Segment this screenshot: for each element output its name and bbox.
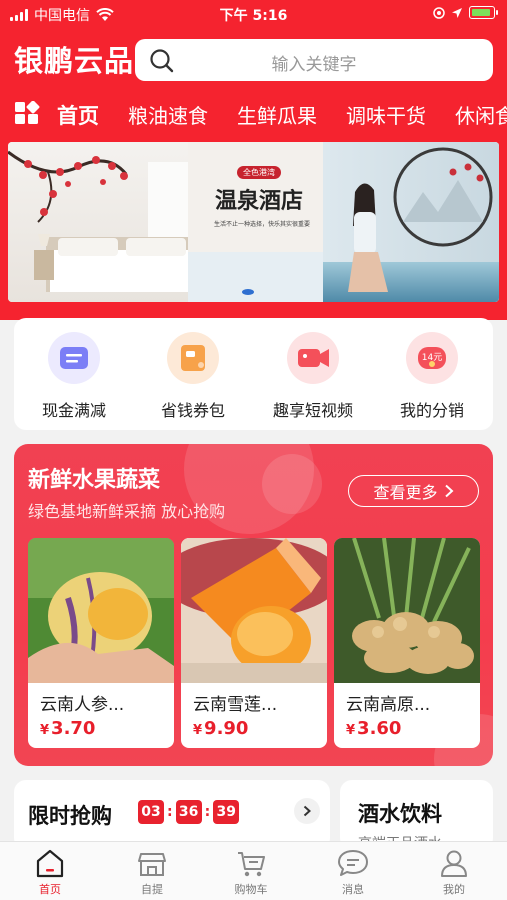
product-name: 云南高原... xyxy=(346,695,431,715)
flash-sale-arrow-button[interactable] xyxy=(294,798,320,824)
countdown-timer: 03 : 36 : 39 xyxy=(138,800,240,824)
product-price: ¥3.70 xyxy=(40,718,96,739)
wallet-icon xyxy=(48,332,100,384)
view-more-label: 查看更多 xyxy=(373,483,438,502)
drinks-title: 酒水饮料 xyxy=(358,802,442,826)
product-card[interactable]: 云南高原... ¥3.60 xyxy=(334,538,480,748)
section-subtitle: 绿色基地新鲜采摘 放心抢购 xyxy=(28,502,226,521)
quick-item-label: 我的分销 xyxy=(399,401,464,420)
category-nav: 首页 粮油速食 生鲜瓜果 调味干货 休闲食 xyxy=(0,94,507,138)
product-image-ginger xyxy=(334,538,480,683)
timer-separator: : xyxy=(167,804,173,820)
quick-menu: 现金满减 省钱券包 趣享短视频 14元 我的分销 xyxy=(14,318,493,430)
chat-icon xyxy=(338,850,368,876)
coupon-icon xyxy=(167,332,219,384)
view-more-button[interactable]: 查看更多 xyxy=(348,475,479,507)
tab-profile[interactable]: 我的 xyxy=(414,846,494,897)
flash-sale-title: 限时抢购 xyxy=(28,804,112,828)
chevron-right-icon xyxy=(444,484,453,498)
lock-rotation-icon xyxy=(433,6,445,19)
tab-pickup[interactable]: 自提 xyxy=(112,846,192,897)
battery-icon xyxy=(469,6,498,19)
banner-headline: 温泉酒店 xyxy=(214,188,303,214)
category-grid-icon[interactable] xyxy=(14,101,40,127)
redpacket-badge: 14元 xyxy=(421,353,443,363)
product-card[interactable]: 云南人参... ¥3.70 xyxy=(28,538,174,748)
tab-label: 首页 xyxy=(39,883,61,896)
quick-item-label: 省钱券包 xyxy=(160,401,225,420)
brand-logo: 银鹏云品 xyxy=(14,44,135,78)
product-name: 云南人参... xyxy=(40,695,125,715)
category-tab-snacks[interactable]: 休闲食 xyxy=(455,100,507,129)
bottom-tab-bar: 首页 自提 购物车 消息 我的 xyxy=(0,841,507,900)
redpacket-icon: 14元 xyxy=(406,332,458,384)
video-icon xyxy=(287,332,339,384)
category-tab-home[interactable]: 首页 xyxy=(57,100,99,130)
clock: 下午 5:16 xyxy=(219,8,288,24)
product-image-sweet-potato xyxy=(181,538,327,683)
timer-hours: 03 xyxy=(138,800,164,824)
fresh-produce-section: 新鲜水果蔬菜 绿色基地新鲜采摘 放心抢购 查看更多 云南人参... ¥3.70 xyxy=(14,444,493,766)
cart-icon xyxy=(238,852,265,877)
store-icon xyxy=(138,853,166,876)
tab-label: 消息 xyxy=(342,883,364,896)
decor-bubble xyxy=(262,454,322,514)
status-bar: 中国电信 下午 5:16 xyxy=(0,0,507,28)
timer-seconds: 39 xyxy=(213,800,240,824)
product-price: ¥3.60 xyxy=(346,718,402,739)
product-image-ginseng-fruit xyxy=(28,538,174,683)
tab-cart[interactable]: 购物车 xyxy=(211,846,291,897)
flash-sale-card[interactable]: 限时抢购 03 : 36 : 39 xyxy=(14,780,330,850)
location-icon xyxy=(452,7,462,18)
search-bar[interactable]: 输入关键字 xyxy=(135,39,493,81)
quick-item-coupon-pack[interactable]: 省钱券包 xyxy=(133,332,253,421)
hotel-banner[interactable]: 全色港湾 温泉酒店 生活不止一种选择，快乐其实很重要 xyxy=(8,142,499,302)
quick-item-short-video[interactable]: 趣享短视频 xyxy=(253,332,373,421)
tab-home[interactable]: 首页 xyxy=(10,846,90,897)
banner-tag: 全色港湾 xyxy=(237,166,281,179)
quick-item-my-distribution[interactable]: 14元 我的分销 xyxy=(372,332,492,421)
chevron-right-icon xyxy=(303,805,311,817)
drinks-card[interactable]: 酒水饮料 高端正品酒水 xyxy=(340,780,493,850)
product-card[interactable]: 云南雪莲... ¥9.90 xyxy=(181,538,327,748)
banner-tagline: 生活不止一种选择，快乐其实很重要 xyxy=(214,221,311,228)
tab-label: 我的 xyxy=(443,883,465,896)
category-tab-seasoning[interactable]: 调味干货 xyxy=(346,100,426,129)
tab-messages[interactable]: 消息 xyxy=(313,846,393,897)
category-tab-grain-oil[interactable]: 粮油速食 xyxy=(128,100,208,129)
section-title: 新鲜水果蔬菜 xyxy=(28,468,161,493)
category-tab-fresh[interactable]: 生鲜瓜果 xyxy=(237,100,317,129)
product-name: 云南雪莲... xyxy=(193,695,278,715)
home-icon xyxy=(36,849,64,878)
search-input[interactable]: 输入关键字 xyxy=(135,50,493,75)
quick-item-cash-discount[interactable]: 现金满减 xyxy=(14,332,134,421)
quick-item-label: 现金满减 xyxy=(41,401,106,420)
timer-minutes: 36 xyxy=(175,800,202,824)
user-icon xyxy=(441,850,467,877)
tab-label: 自提 xyxy=(141,883,163,896)
timer-separator: : xyxy=(204,804,211,820)
product-price: ¥9.90 xyxy=(193,718,249,739)
tab-label: 购物车 xyxy=(234,883,268,896)
quick-item-label: 趣享短视频 xyxy=(272,401,353,420)
